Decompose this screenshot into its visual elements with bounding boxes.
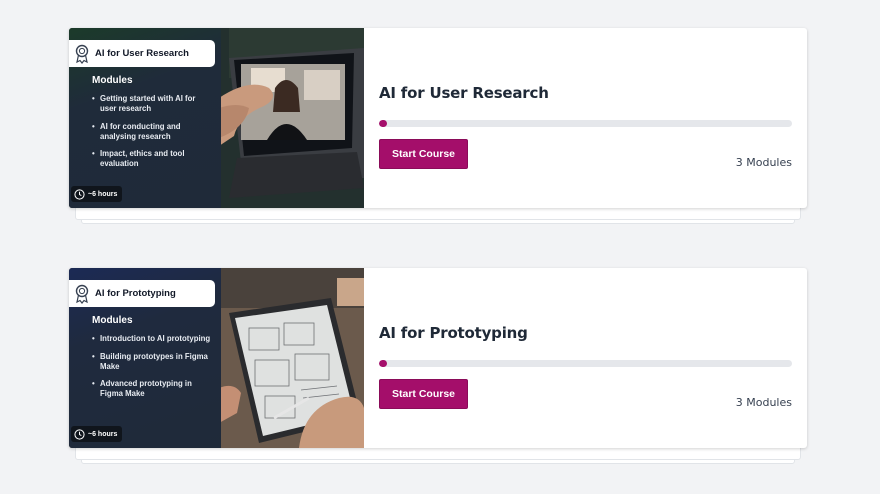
module-item: Advanced prototyping in Figma Make <box>92 379 212 399</box>
course-badge: AI for Prototyping <box>69 280 215 307</box>
module-count: 3 Modules <box>735 156 792 169</box>
course-card-body[interactable]: AI for Prototyping Modules Introduction … <box>69 268 807 448</box>
modules-heading: Modules <box>92 315 133 326</box>
duration-badge: ~6 hours <box>71 186 123 202</box>
clock-icon <box>74 188 85 200</box>
course-card: AI for Prototyping Modules Introduction … <box>69 268 807 464</box>
progress-bar <box>379 360 792 367</box>
progress-fill <box>379 360 388 367</box>
module-item: Getting started with AI for user researc… <box>92 94 212 114</box>
progress-bar <box>379 120 792 127</box>
clock-icon <box>74 428 85 440</box>
module-item: Introduction to AI prototyping <box>92 334 212 344</box>
course-thumbnail[interactable]: AI for Prototyping Modules Introduction … <box>69 268 364 448</box>
module-item: Building prototypes in Figma Make <box>92 352 212 372</box>
course-card: AI for User Research Modules Getting sta… <box>69 28 807 224</box>
badge-title: AI for User Research <box>95 48 189 59</box>
module-item: Impact, ethics and tool evaluation <box>92 149 212 169</box>
course-title[interactable]: AI for User Research <box>379 84 549 102</box>
course-card-body[interactable]: AI for User Research Modules Getting sta… <box>69 28 807 208</box>
progress-fill <box>379 120 388 127</box>
duration-text: ~6 hours <box>88 430 118 438</box>
course-info: AI for Prototyping Start Course 3 Module… <box>364 268 807 448</box>
module-count: 3 Modules <box>735 396 792 409</box>
module-item: AI for conducting and analysing research <box>92 122 212 142</box>
start-course-button[interactable]: Start Course <box>379 139 468 169</box>
course-overview-panel: AI for Prototyping Modules Introduction … <box>69 268 221 448</box>
module-list: Getting started with AI for user researc… <box>92 94 212 177</box>
award-ribbon-icon <box>75 44 89 64</box>
course-badge: AI for User Research <box>69 40 215 67</box>
module-list: Introduction to AI prototyping Building … <box>92 334 212 407</box>
start-course-button[interactable]: Start Course <box>379 379 468 409</box>
course-info: AI for User Research Start Course 3 Modu… <box>364 28 807 208</box>
badge-title: AI for Prototyping <box>95 288 176 299</box>
course-overview-panel: AI for User Research Modules Getting sta… <box>69 28 221 208</box>
modules-heading: Modules <box>92 75 133 86</box>
duration-text: ~6 hours <box>88 190 118 198</box>
duration-badge: ~6 hours <box>71 426 123 442</box>
course-thumbnail[interactable]: AI for User Research Modules Getting sta… <box>69 28 364 208</box>
award-ribbon-icon <box>75 284 89 304</box>
course-title[interactable]: AI for Prototyping <box>379 324 528 342</box>
